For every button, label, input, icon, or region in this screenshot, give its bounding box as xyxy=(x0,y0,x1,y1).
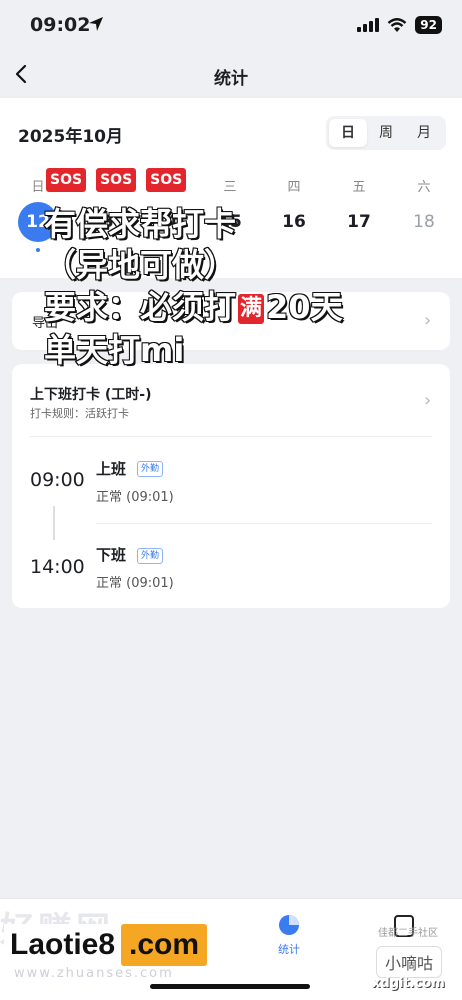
tab-day[interactable]: 日 xyxy=(329,119,367,147)
clock-out-time: 14:00 xyxy=(30,556,85,578)
clock-out-label: 下班 xyxy=(96,546,127,564)
day-cell[interactable]: 17 xyxy=(339,202,379,242)
overlay-line-2: （异地可做） xyxy=(43,245,237,285)
full-badge: 满 xyxy=(236,292,267,326)
sos-badge: SOS xyxy=(94,166,139,194)
watermark-logo-part1: Laotie8 xyxy=(4,924,122,966)
pie-chart-icon[interactable] xyxy=(277,913,301,937)
battery-icon: 92 xyxy=(415,16,442,34)
clock-in-time: 09:00 xyxy=(30,469,85,491)
field-work-badge: 外勤 xyxy=(137,461,164,477)
tab-stats-label[interactable]: 统计 xyxy=(270,941,308,957)
field-work-badge: 外勤 xyxy=(137,548,164,564)
home-indicator xyxy=(150,984,310,989)
status-time: 09:02 xyxy=(30,14,91,36)
tab-month[interactable]: 月 xyxy=(405,119,443,147)
day-cell[interactable]: 16 xyxy=(274,202,314,242)
weekday-label: 三 xyxy=(223,180,237,195)
status-icons: 92 xyxy=(357,16,442,34)
weekday-label: 五 xyxy=(352,180,366,195)
location-arrow-icon xyxy=(89,17,103,31)
attendance-rule: 打卡规则：活跃打卡 xyxy=(30,407,129,420)
overlay-line-4: 单天打mi xyxy=(43,330,185,370)
view-segmented-control: 日 周 月 xyxy=(326,116,446,150)
watermark-community: 佳都二手社区 xyxy=(378,928,438,939)
clock-out-status: 正常 (09:01) xyxy=(96,576,174,591)
overlay-line-3-pre: 要求：必须打 xyxy=(43,287,237,327)
watermark-url: xdgit.com xyxy=(372,976,445,991)
overlay-line-3-post: 20天 xyxy=(265,287,344,327)
watermark-logo-part2: .com xyxy=(121,924,208,966)
tab-week[interactable]: 周 xyxy=(367,119,405,147)
watermark-logo: Laotie8 .com xyxy=(4,920,208,970)
watermark-badge: 小嘀咕 xyxy=(376,946,443,978)
day-dot-indicator xyxy=(36,248,40,252)
day-cell[interactable]: 18 xyxy=(404,202,444,242)
clock-in-label: 上班 xyxy=(96,460,127,478)
wifi-icon xyxy=(388,17,407,32)
clock-in-status: 正常 (09:01) xyxy=(96,490,174,505)
sos-badges: SOS SOS SOS xyxy=(44,166,189,194)
signal-icon xyxy=(357,18,380,32)
page-title: 统计 xyxy=(214,69,248,89)
watermark-subtext: www.zhuanses.com xyxy=(14,966,174,981)
divider xyxy=(30,436,432,437)
chevron-right-icon[interactable]: › xyxy=(424,390,431,411)
weekday-label: 六 xyxy=(417,180,431,195)
overlay-line-3: 要求：必须打满 20天 xyxy=(43,287,344,327)
chevron-right-icon: › xyxy=(424,310,432,331)
weekday-label: 四 xyxy=(287,180,301,195)
divider xyxy=(96,523,432,524)
month-label[interactable]: 2025年10月 xyxy=(18,122,123,147)
overlay-line-1: 有偿求帮打卡 xyxy=(43,204,237,244)
sos-badge: SOS xyxy=(44,166,89,194)
sos-badge: SOS xyxy=(144,166,189,194)
attendance-title: 上下班打卡 (工时-) xyxy=(30,387,152,403)
timeline-connector xyxy=(53,506,55,540)
